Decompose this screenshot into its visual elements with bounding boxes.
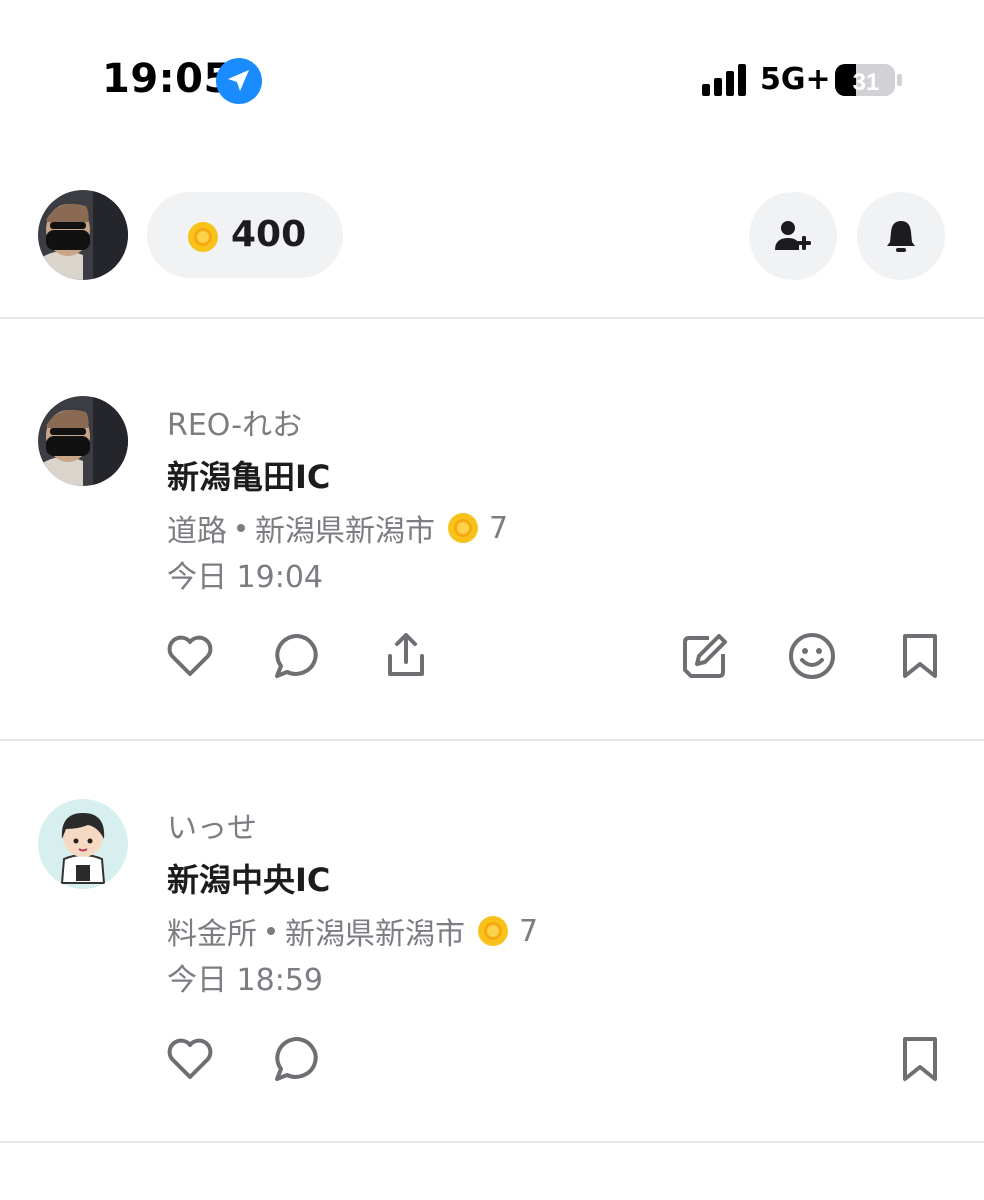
bell-icon <box>887 221 915 252</box>
comment-button[interactable] <box>270 1031 326 1087</box>
post-card[interactable]: REO-れお 新潟亀田IC 道路 新潟県新潟市 7 今日 19:04 <box>0 396 984 696</box>
bookmark-button[interactable] <box>892 1031 948 1087</box>
status-time: 19:05 <box>102 56 232 102</box>
app-screen: 19:05 5G+ 31 400 REO-れお 新潟亀田IC 道路 新潟県新潟市… <box>0 0 984 1200</box>
divider <box>0 317 984 319</box>
post-time: 今日 18:59 <box>167 963 323 998</box>
post-username[interactable]: いっせ <box>167 803 257 847</box>
emoji-icon <box>789 633 835 679</box>
add-friend-icon <box>775 221 811 250</box>
post-place-title[interactable]: 新潟中央IC <box>167 855 330 901</box>
post-category: 道路 <box>167 514 227 549</box>
heart-icon <box>167 1038 213 1079</box>
notifications-button[interactable] <box>857 192 945 280</box>
coin-icon <box>448 513 478 543</box>
comment-icon <box>275 1036 318 1081</box>
reaction-button[interactable] <box>784 628 840 684</box>
coin-icon <box>188 222 218 252</box>
status-bar: 19:05 5G+ 31 <box>0 0 984 150</box>
post-location: 新潟県新潟市 <box>285 917 465 952</box>
post-username[interactable]: REO-れお <box>167 400 302 444</box>
share-button[interactable] <box>378 628 434 684</box>
like-button[interactable] <box>162 1031 218 1087</box>
bookmark-icon <box>903 634 937 678</box>
my-avatar[interactable] <box>38 190 128 280</box>
separator-dot <box>267 927 275 935</box>
comment-icon <box>275 633 318 678</box>
battery-level: 31 <box>853 69 880 96</box>
like-button[interactable] <box>162 628 218 684</box>
coin-count: 400 <box>231 214 307 255</box>
comment-button[interactable] <box>270 628 326 684</box>
post-place-title[interactable]: 新潟亀田IC <box>167 452 330 498</box>
separator-dot <box>237 524 245 532</box>
battery-icon: 31 <box>835 64 902 96</box>
post-category: 料金所 <box>167 917 257 952</box>
top-header: 400 <box>0 188 984 284</box>
edit-icon <box>683 634 727 678</box>
divider <box>0 1141 984 1143</box>
coin-balance-pill[interactable]: 400 <box>147 192 343 278</box>
post-location: 新潟県新潟市 <box>255 514 435 549</box>
post-card[interactable]: いっせ 新潟中央IC 料金所 新潟県新潟市 7 今日 18:59 <box>0 799 984 1099</box>
edit-button[interactable] <box>677 628 733 684</box>
post-meta: 道路 新潟県新潟市 7 <box>167 506 508 550</box>
post-meta: 料金所 新潟県新潟市 7 <box>167 909 538 953</box>
bookmark-icon <box>903 1037 937 1081</box>
post-time: 今日 19:04 <box>167 560 323 595</box>
post-coins: 7 <box>519 913 539 949</box>
bookmark-button[interactable] <box>892 628 948 684</box>
divider <box>0 739 984 741</box>
post-avatar[interactable] <box>38 396 128 486</box>
location-arrow-icon <box>216 58 262 104</box>
signal-icon <box>702 64 746 96</box>
coin-icon <box>478 916 508 946</box>
post-avatar[interactable] <box>38 799 128 889</box>
post-coins: 7 <box>489 510 509 546</box>
heart-icon <box>167 635 213 676</box>
share-icon <box>388 633 424 676</box>
network-type: 5G+ <box>760 62 831 97</box>
add-friend-button[interactable] <box>749 192 837 280</box>
